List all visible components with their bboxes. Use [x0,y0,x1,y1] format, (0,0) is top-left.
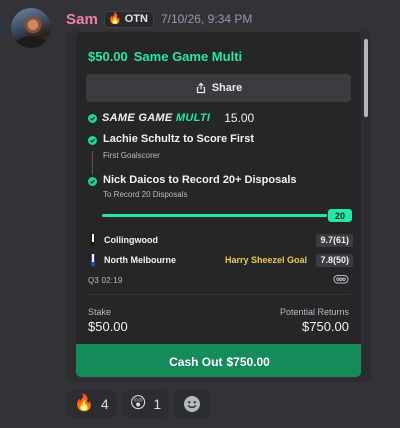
reaction-count: 4 [100,396,109,412]
team-score: 9.7(61) [316,233,353,247]
returns-value: $750.00 [302,319,349,334]
leg-subtitle: To Record 20 Disposals [103,190,188,199]
team-row: Collingwood 9.7(61) [88,233,353,247]
fire-icon: 🔥 [108,12,122,25]
fire-icon: 🔥 [74,395,94,412]
leg-subtitle: First Goalscorer [103,151,160,160]
username[interactable]: Sam [66,11,98,28]
cash-out-value: $750.00 [226,354,270,369]
bet-type: Same Game Multi [133,49,243,64]
bet-title: $50.00 Same Game Multi [88,49,242,64]
cash-out-label: Cash Out [169,354,223,369]
bet-embed: $50.00 Same Game Multi Share SAME GAME MU… [66,31,371,382]
cash-out-button[interactable]: Cash Out $750.00 [76,344,361,377]
reactions-bar: 🔥 4 😲 1 [66,390,211,418]
leg-title: Nick Daicos to Record 20+ Disposals [103,174,297,186]
share-icon [196,82,205,94]
bet-amount: $50.00 [88,49,128,64]
goal-note: Harry Sheezel Goal [224,255,307,265]
divider [86,294,351,295]
timestamp: 7/10/26, 9:34 PM [160,12,253,26]
server-tag[interactable]: 🔥 OTN [104,10,154,28]
team-row: North Melbourne Harry Sheezel Goal 7.8(5… [88,253,353,267]
team-score: 7.8(50) [316,253,353,267]
sgm-label: SAME GAME MULTI [102,112,210,124]
leg-connector [92,151,93,175]
stake-label: Stake [88,307,112,317]
game-clock: Q3 02:19 [88,276,123,285]
sgm-header: SAME GAME MULTI 15.00 [88,111,254,125]
leg-title: Lachie Schultz to Score First [103,133,254,145]
progress-badge: 20 [328,209,352,222]
astonished-face-icon: 😲 [129,395,147,412]
embed-scrollbar[interactable] [364,39,368,117]
check-icon [88,113,97,123]
add-reaction-icon [184,396,201,412]
avatar-figure [15,36,47,48]
bet-card: $50.00 Same Game Multi Share SAME GAME MU… [75,31,362,378]
check-icon [88,136,97,145]
server-tag-label: OTN [124,13,148,25]
avatar[interactable] [11,8,51,48]
stake-value: $50.00 [88,319,128,334]
team-stripes-icon [91,254,95,266]
returns-label: Potential Returns [279,307,349,317]
team-name: Collingwood [104,235,158,245]
message-header: Sam 🔥 OTN 7/10/26, 9:34 PM [66,10,252,28]
check-icon [88,177,97,186]
team-name: North Melbourne [104,255,176,265]
sgm-label-part2: MULTI [175,112,211,124]
reaction-count: 1 [153,396,162,412]
team-stripes-icon [91,234,95,246]
sgm-odds: 15.00 [224,111,255,125]
reaction-astonished[interactable]: 😲 1 [121,390,170,418]
share-button[interactable]: Share [86,74,351,102]
reaction-fire[interactable]: 🔥 4 [66,390,117,418]
tv-icon[interactable] [333,274,349,284]
share-label: Share [211,82,243,94]
sgm-label-part1: SAME GAME [102,112,173,124]
add-reaction-button[interactable] [174,390,211,418]
disposals-progress-bar [102,214,327,217]
progress-fill [102,214,327,217]
